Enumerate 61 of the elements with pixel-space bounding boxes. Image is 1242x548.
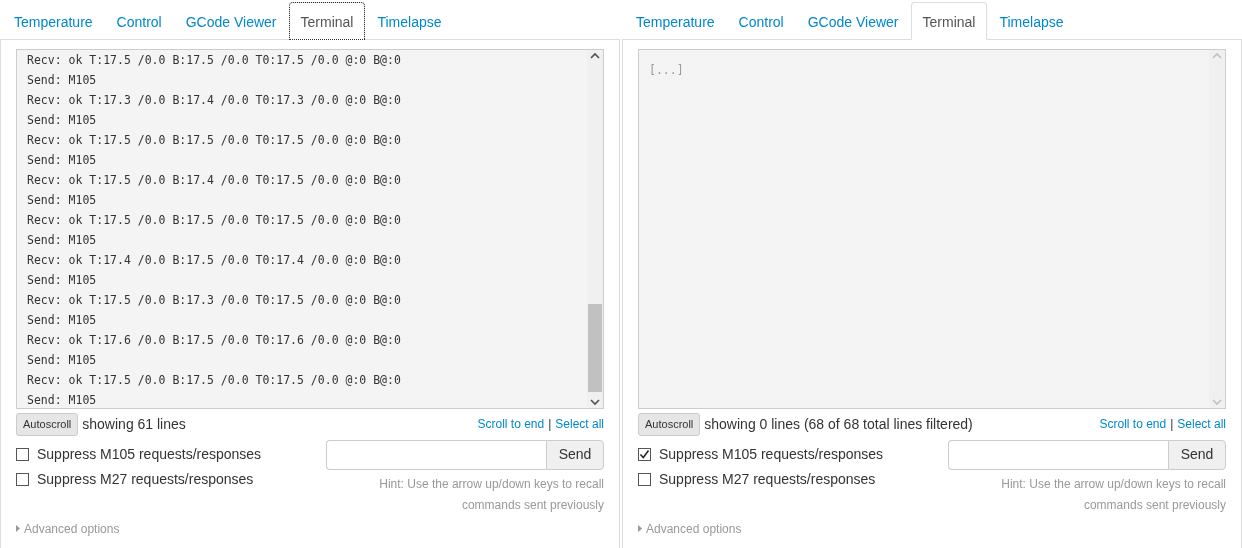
separator-text: | [1170, 416, 1174, 434]
command-input[interactable] [948, 439, 1168, 470]
terminal-line: Send: M105 [27, 392, 98, 408]
terminal-line: Recv: ok T:17.5 /0.0 B:17.3 /0.0 T0:17.5 /0.0 @:0 B@:0 [27, 292, 402, 309]
tab[interactable]: Terminal [910, 2, 988, 40]
terminal-line: Recv: ok T:17.5 /0.0 B:17.5 /0.0 T0:17.5 /0.0 @:0 B@:0 [27, 52, 402, 69]
scroll-to-end-link[interactable]: Scroll to end [1099, 415, 1167, 434]
scroll-to-end-link[interactable]: Scroll to end [477, 415, 545, 434]
tab[interactable]: Temperature [2, 2, 105, 40]
command-input[interactable] [326, 439, 546, 470]
advanced-options-link[interactable]: Advanced options [24, 519, 120, 538]
checkbox-label: Suppress M105 requests/responses [37, 444, 262, 464]
advanced-options-link[interactable]: Advanced options [646, 519, 742, 538]
separator-text: | [548, 416, 552, 434]
checkbox[interactable] [638, 447, 651, 461]
caret-icon[interactable] [638, 525, 642, 532]
terminal-line: Recv: ok T:17.5 /0.0 B:17.5 /0.0 T0:17.5 /0.0 @:0 B@:0 [27, 212, 402, 229]
select-all-link[interactable]: Select all [1177, 415, 1226, 434]
status-text: showing 0 lines (68 of 68 total lines filtered) [704, 414, 973, 434]
terminal-line: Send: M105 [27, 112, 98, 129]
terminal-line: Send: M105 [27, 272, 98, 289]
checkbox-label: Suppress M105 requests/responses [659, 444, 884, 464]
checkbox-label: Suppress M27 requests/responses [37, 469, 254, 489]
terminal-line: Send: M105 [27, 232, 98, 249]
hint-text: Hint: Use the arrow up/down keys to recall commands sent previously [378, 475, 604, 514]
send-button[interactable]: Send [1168, 439, 1226, 470]
tab[interactable]: Control [104, 2, 174, 40]
scroll-down-icon[interactable] [590, 398, 600, 406]
checkbox-label: Suppress M27 requests/responses [659, 469, 876, 489]
terminal-line: Recv: ok T:17.5 /0.0 B:17.4 /0.0 T0:17.5 /0.0 @:0 B@:0 [27, 172, 402, 189]
tab[interactable]: Control [726, 2, 796, 40]
autoscroll-button[interactable]: Autoscroll [638, 413, 701, 436]
tab[interactable]: Temperature [624, 2, 727, 40]
checkbox[interactable] [16, 447, 29, 461]
scroll-thumb[interactable] [588, 304, 602, 392]
terminal-line: Send: M105 [27, 192, 98, 209]
send-button[interactable]: Send [546, 439, 604, 470]
terminal-line: Send: M105 [27, 312, 98, 329]
terminal-line: Recv: ok T:17.6 /0.0 B:17.5 /0.0 T0:17.6 /0.0 @:0 B@:0 [27, 332, 402, 349]
scroll-up-icon[interactable] [590, 52, 600, 60]
scrollbar[interactable] [587, 50, 603, 408]
ellipsis-text: [...] [649, 62, 685, 79]
caret-icon[interactable] [16, 525, 20, 532]
tab[interactable]: Timelapse [987, 2, 1076, 40]
tab[interactable]: GCode Viewer [795, 2, 911, 40]
autoscroll-button[interactable]: Autoscroll [16, 413, 79, 436]
checkbox[interactable] [638, 472, 651, 486]
select-all-link[interactable]: Select all [555, 415, 604, 434]
terminal-line: Recv: ok T:17.5 /0.0 B:17.5 /0.0 T0:17.5 /0.0 @:0 B@:0 [27, 372, 402, 389]
terminal-line: Recv: ok T:17.3 /0.0 B:17.4 /0.0 T0:17.3 /0.0 @:0 B@:0 [27, 92, 402, 109]
terminal-line: Send: M105 [27, 72, 98, 89]
tab[interactable]: Timelapse [365, 2, 454, 40]
hint-text: Hint: Use the arrow up/down keys to recall commands sent previously [1000, 475, 1226, 514]
terminal-line: Send: M105 [27, 152, 98, 169]
terminal-line: Send: M105 [27, 352, 98, 369]
tab[interactable]: GCode Viewer [173, 2, 289, 40]
terminal-line: Recv: ok T:17.4 /0.0 B:17.5 /0.0 T0:17.4 /0.0 @:0 B@:0 [27, 252, 402, 269]
status-text: showing 61 lines [82, 414, 186, 434]
tab[interactable]: Terminal [288, 2, 366, 40]
checkbox[interactable] [16, 472, 29, 486]
terminal-line: Recv: ok T:17.5 /0.0 B:17.5 /0.0 T0:17.5 /0.0 @:0 B@:0 [27, 132, 402, 149]
